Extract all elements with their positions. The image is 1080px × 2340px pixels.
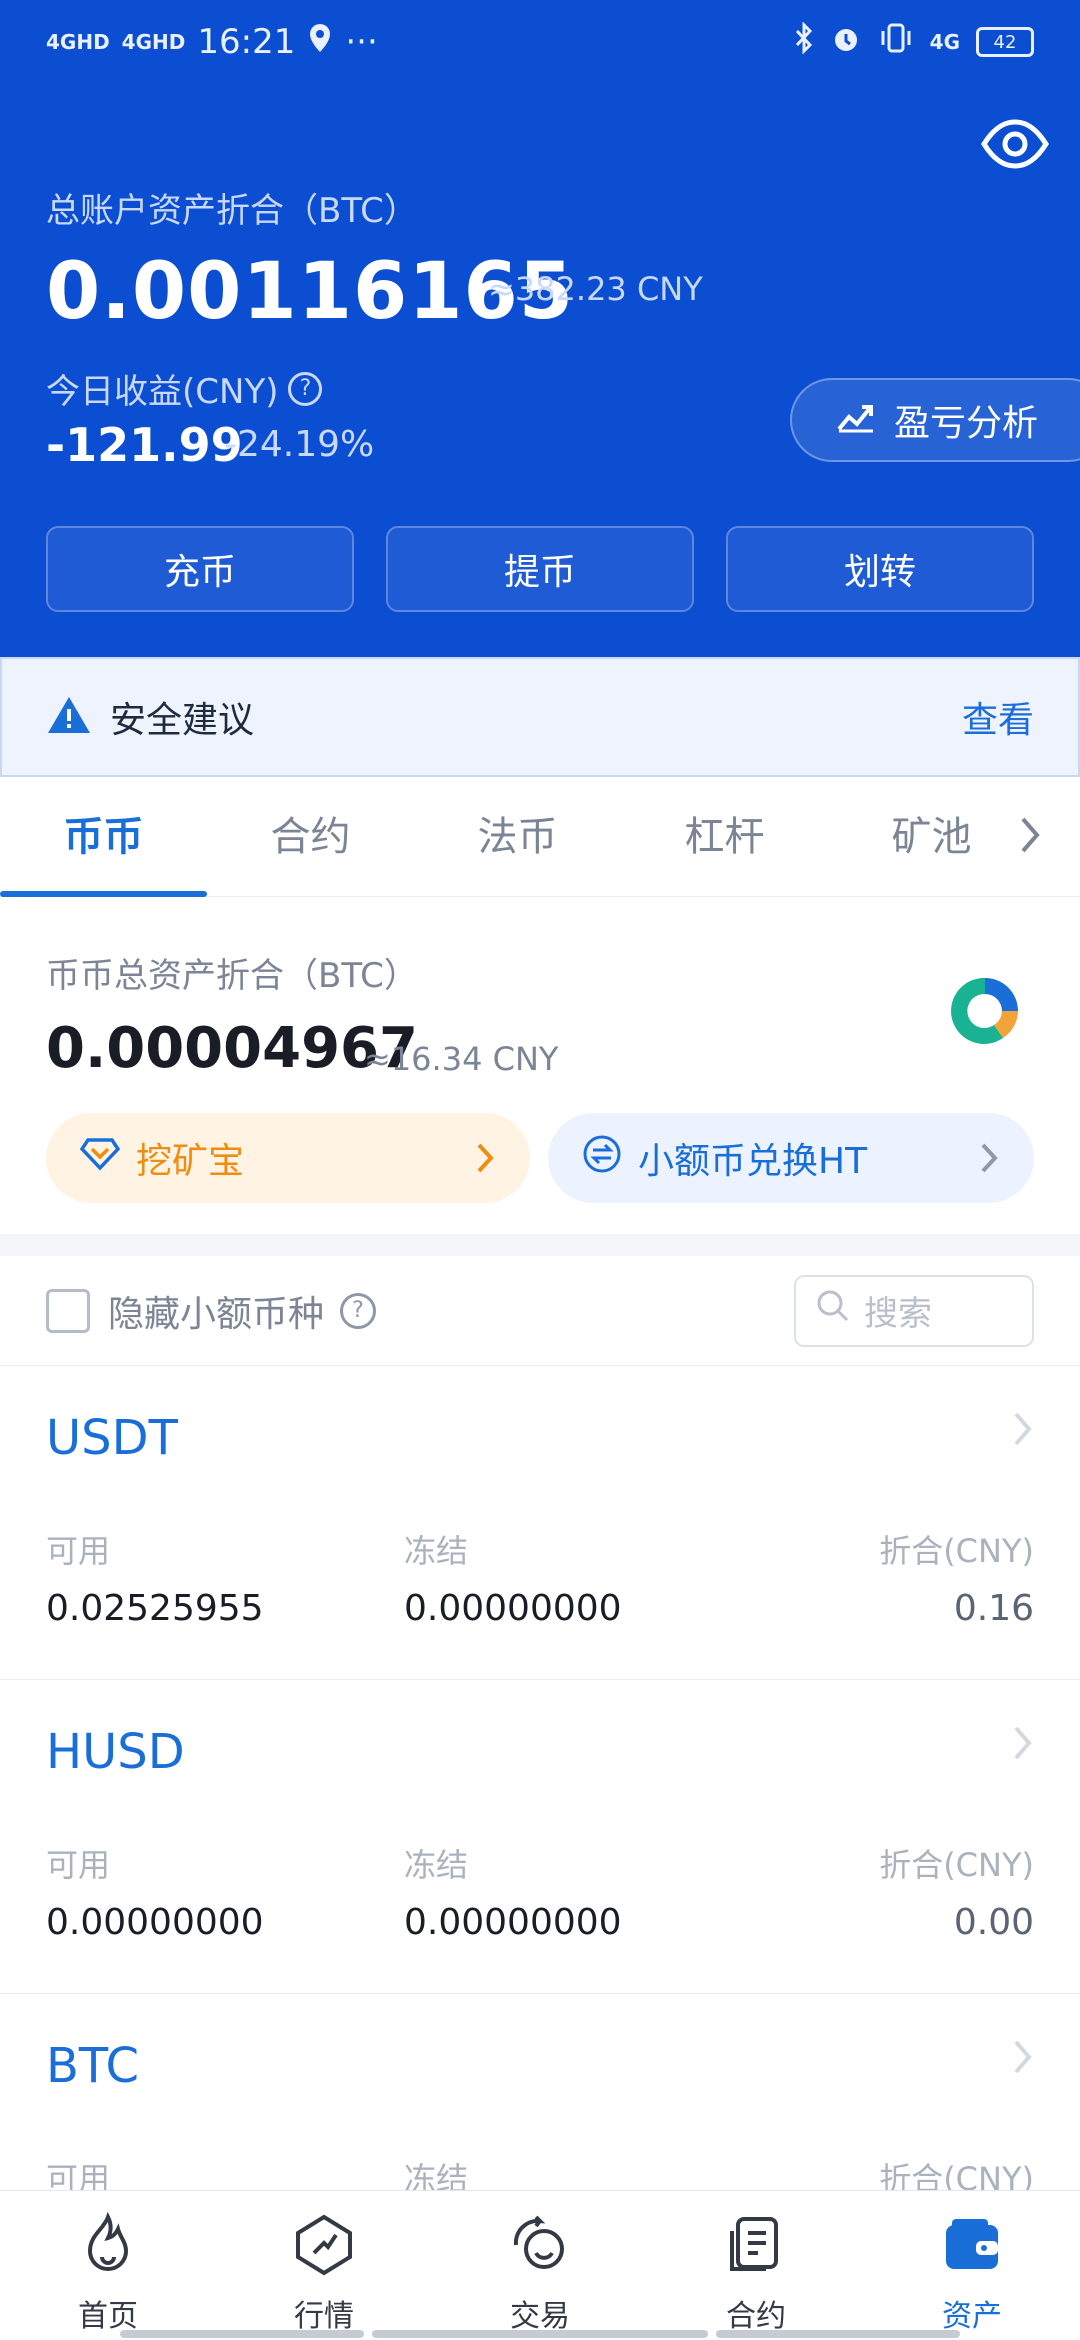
frozen-label: 冻结 [404,1846,469,1884]
security-banner[interactable]: 安全建议 查看 [0,657,1080,777]
header-panel: 4GHD 4GHD 16:21 ··· 4G 42 总账户资产折合（BTC） 0… [0,0,1080,657]
location-icon [307,22,333,63]
spot-assets-btc: 0.00004967 [46,1016,418,1081]
exchange-icon [582,1134,622,1183]
gesture-bar [716,2330,960,2338]
search-input[interactable]: 搜索 [794,1274,1034,1347]
bluetooth-icon [794,20,814,63]
hide-small-label[interactable]: 隐藏小额币种 [108,1285,324,1337]
frozen-value: 0.00000000 [404,1902,622,1943]
status-more: ··· [345,22,378,62]
signal-2: 4GHD [121,30,186,54]
market-icon [290,2211,358,2283]
contract-icon [722,2211,790,2283]
gesture-bar [120,2330,364,2338]
available-value: 0.02525955 [46,1588,264,1629]
coin-name: BTC [46,2038,139,2094]
nav-contract-label: 合约 [726,2299,786,2334]
tab-fiat[interactable]: 法币 [414,777,621,897]
spot-assets-cny: ≈16.34 CNY [364,1040,559,1078]
warning-icon [46,695,92,739]
battery-icon: 42 [976,27,1034,57]
status-time: 16:21 [197,22,296,62]
hide-small-checkbox[interactable] [46,1288,90,1333]
help-icon[interactable]: ? [340,1292,377,1329]
wallet-icon [938,2211,1006,2283]
chevron-right-icon [1012,1410,1034,1448]
trend-chart-icon [836,399,876,442]
chevron-right-icon [476,1141,496,1175]
pl-analysis-button[interactable]: 盈亏分析 [790,378,1080,462]
tab-spot[interactable]: 币币 [0,777,207,897]
chevron-right-icon [1012,1724,1034,1762]
diamond-icon [79,1137,121,1180]
asset-distribution-icon[interactable] [950,976,1020,1046]
flame-icon [74,2211,142,2283]
nav-assets[interactable]: 资产 [864,2191,1080,2340]
today-profit-value: -121.99 [46,418,243,472]
nav-contract[interactable]: 合约 [648,2191,864,2340]
nav-market-label: 行情 [294,2299,354,2334]
action-buttons: 充币 提币 划转 [46,526,1034,612]
coin-row-usdt[interactable]: USDT 可用 冻结 折合(CNY) 0.02525955 0.00000000… [0,1366,1080,1680]
security-label: 安全建议 [110,700,255,741]
cny-value: 0.00 [953,1902,1034,1943]
status-bar: 4GHD 4GHD 16:21 ··· 4G 42 [0,0,1080,84]
today-profit-percent: -24.19% [224,424,375,465]
available-value: 0.00000000 [46,1902,264,1943]
trade-icon [506,2211,574,2283]
help-icon[interactable]: ? [288,371,323,406]
filter-bar: 隐藏小额币种 ? 搜索 [0,1256,1080,1366]
nav-market[interactable]: 行情 [216,2191,432,2340]
tab-pool[interactable]: 矿池 [828,777,1035,897]
cny-value: 0.16 [953,1588,1034,1629]
search-placeholder: 搜索 [864,1294,932,1334]
gesture-bar [372,2330,708,2338]
nav-trade[interactable]: 交易 [432,2191,648,2340]
withdraw-button[interactable]: 提币 [386,526,694,612]
value-label: 折合(CNY) [879,1846,1034,1884]
available-label: 可用 [46,1532,111,1570]
coin-row-husd[interactable]: HUSD 可用 冻结 折合(CNY) 0.00000000 0.00000000… [0,1680,1080,1994]
transfer-button[interactable]: 划转 [726,526,1034,612]
vibrate-icon [878,22,914,63]
today-profit-label: 今日收益(CNY) ? [46,364,323,413]
mining-treasure-label: 挖矿宝 [136,1141,245,1182]
pl-analysis-label: 盈亏分析 [894,403,1039,444]
value-label: 折合(CNY) [879,1532,1034,1570]
total-assets-label: 总账户资产折合（BTC） [46,191,418,231]
security-view-link[interactable]: 查看 [962,691,1034,743]
signal-1: 4GHD [46,30,110,54]
frozen-label: 冻结 [404,1532,469,1570]
available-label: 可用 [46,1846,111,1884]
chevron-right-icon [1012,2038,1034,2076]
small-coin-swap-button[interactable]: 小额币兑换HT [548,1113,1034,1203]
bottom-nav: 首页 行情 交易 合约 资产 [0,2190,1080,2340]
nav-trade-label: 交易 [510,2299,570,2334]
nav-home-label: 首页 [78,2299,138,2334]
section-divider [0,1234,1080,1256]
mining-treasure-button[interactable]: 挖矿宝 [46,1113,530,1203]
alarm-icon [830,22,862,63]
coin-name: HUSD [46,1724,185,1780]
tab-margin[interactable]: 杠杆 [621,777,828,897]
eye-icon[interactable] [980,116,1050,172]
account-tabs: 币币 合约 法币 杠杆 矿池 [0,777,1080,897]
small-coin-swap-label: 小额币兑换HT [638,1141,868,1182]
network-type: 4G [929,30,960,54]
tab-contract[interactable]: 合约 [207,777,414,897]
today-profit-label-text: 今日收益(CNY) [46,372,279,412]
nav-home[interactable]: 首页 [0,2191,216,2340]
chevron-right-icon [980,1141,1000,1175]
spot-assets-label: 币币总资产折合（BTC） [46,956,418,996]
deposit-button[interactable]: 充币 [46,526,354,612]
frozen-value: 0.00000000 [404,1588,622,1629]
coin-name: USDT [46,1410,178,1466]
total-assets-cny: ≈382.23 CNY [488,270,703,308]
nav-assets-label: 资产 [942,2299,1002,2334]
chevron-right-icon[interactable] [1018,813,1044,857]
search-icon [816,1289,850,1332]
